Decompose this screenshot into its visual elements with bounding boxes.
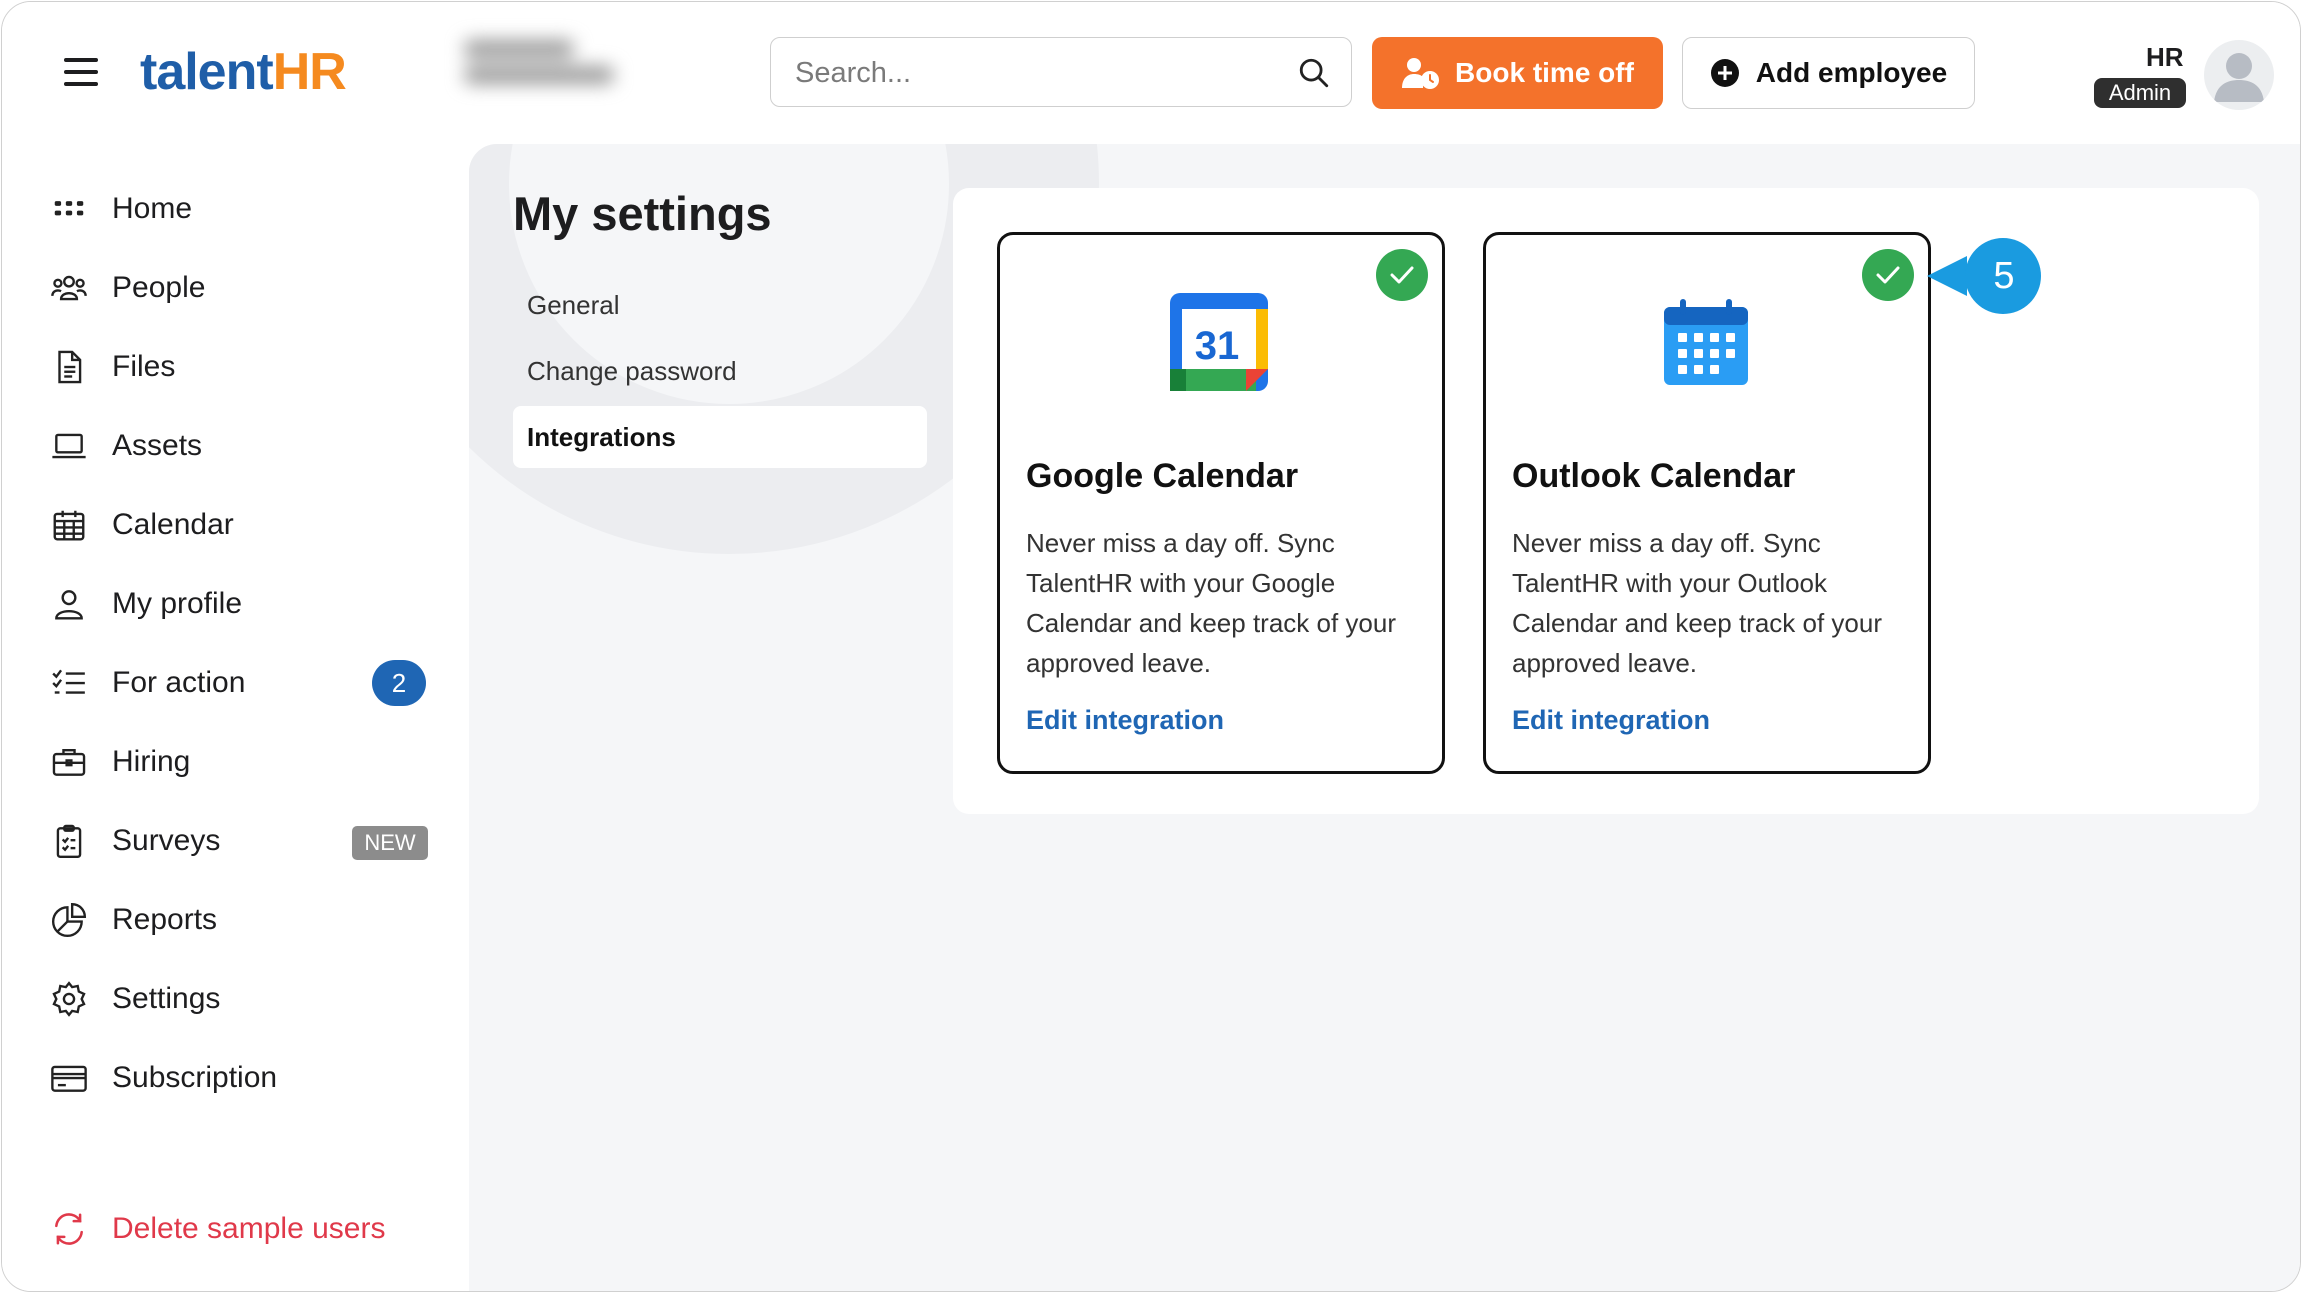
laptop-icon [52,433,86,459]
sidebar-item-assets[interactable]: Assets [50,421,440,471]
plus-circle-icon [1710,59,1739,87]
sidebar-item-label: Surveys [112,824,221,857]
tab-integrations[interactable]: Integrations [513,406,927,468]
integration-description: Never miss a day off. Sync TalentHR with… [1512,528,1882,678]
sidebar-item-home[interactable]: Home [50,184,440,234]
search-icon[interactable] [1297,56,1331,90]
delete-sample-users-label: Delete sample users [112,1212,386,1245]
top-bar: talentHR Book time off [2,2,2300,144]
sidebar-item-label: For action [112,666,246,699]
search-input[interactable] [793,38,1277,108]
integration-title: Google Calendar [1026,457,1299,495]
sidebar-item-settings[interactable]: Settings [50,974,440,1024]
sidebar-item-calendar[interactable]: Calendar [50,500,440,550]
avatar[interactable] [2204,40,2274,110]
sidebar-item-label: Subscription [112,1061,278,1094]
file-icon [58,350,82,384]
new-badge: NEW [352,826,428,860]
grid-icon [54,201,84,216]
credit-card-icon [51,1065,87,1092]
sidebar-item-label: My profile [112,587,243,620]
people-icon [51,275,87,301]
refresh-icon [55,1213,83,1245]
outlook-calendar-card[interactable]: Outlook Calendar Never miss a day off. S… [1483,232,1931,774]
sidebar-item-subscription[interactable]: Subscription [50,1053,440,1103]
sidebar-item-for-action[interactable]: For action 2 [50,658,440,708]
user-avatar-icon [2214,53,2264,102]
user-role-badge: Admin [2094,78,2186,108]
sidebar-item-surveys[interactable]: Surveys NEW [50,816,440,866]
settings-nav: General Change password Integrations [513,274,927,472]
sidebar-item-hiring[interactable]: Hiring [50,737,440,787]
sidebar: Home People Files Assets Calendar My pro… [2,144,469,1291]
calendar-icon [53,510,85,541]
sidebar-item-label: People [112,271,206,304]
sidebar-item-files[interactable]: Files [50,342,440,392]
sidebar-item-label: Hiring [112,745,191,778]
integration-title: Outlook Calendar [1512,457,1796,495]
google-calendar-icon: 31 [1170,293,1268,391]
checklist-icon [52,669,85,694]
sidebar-item-label: Reports [112,903,218,936]
pie-chart-icon [52,902,87,937]
sidebar-item-label: Home [112,192,193,225]
for-action-count-badge: 2 [372,660,426,706]
edit-integration-link[interactable]: Edit integration [1512,705,1710,736]
main-content: My settings General Change password Inte… [469,144,2300,1291]
sidebar-item-label: Assets [112,429,203,462]
sidebar-item-reports[interactable]: Reports [50,895,440,945]
sidebar-item-people[interactable]: People [50,263,440,313]
outlook-calendar-icon [1664,299,1748,385]
sidebar-item-label: Files [112,350,176,383]
user-icon [55,590,83,620]
user-name: HR [2146,42,2184,72]
page-title: My settings [513,187,772,240]
menu-icon[interactable] [64,58,98,86]
tab-change-password[interactable]: Change password [513,340,927,402]
google-calendar-day: 31 [1195,324,1240,368]
connected-check-icon [1376,249,1428,301]
briefcase-icon [52,748,86,776]
user-clock-icon [1402,58,1440,89]
integrations-panel: 31 Google Calendar Never miss a day off.… [953,188,2259,814]
tab-general[interactable]: General [513,274,927,336]
integration-description: Never miss a day off. Sync TalentHR with… [1026,528,1396,678]
logo-text: talent [140,43,274,101]
sidebar-item-my-profile[interactable]: My profile [50,579,440,629]
book-time-off-label: Book time off [1455,57,1634,88]
gear-icon [52,981,86,1017]
sidebar-item-label: Settings [112,982,221,1015]
clipboard-icon [56,824,82,859]
edit-integration-link[interactable]: Edit integration [1026,705,1224,736]
add-employee-label: Add employee [1755,57,1948,88]
blurred-company-name [464,32,614,112]
add-employee-button[interactable]: Add employee [1682,37,1975,109]
google-calendar-card[interactable]: 31 Google Calendar Never miss a day off.… [997,232,1445,774]
search-box[interactable] [770,37,1352,108]
step-number: 5 [1993,254,2015,297]
sidebar-item-label: Calendar [112,508,234,541]
logo[interactable]: talentHR [140,42,347,102]
connected-check-icon [1862,249,1914,301]
delete-sample-users-button[interactable]: Delete sample users [50,1204,440,1254]
logo-hr-text: HR [272,43,347,101]
book-time-off-button[interactable]: Book time off [1372,37,1663,109]
app-window: talentHR Book time off [1,1,2301,1292]
